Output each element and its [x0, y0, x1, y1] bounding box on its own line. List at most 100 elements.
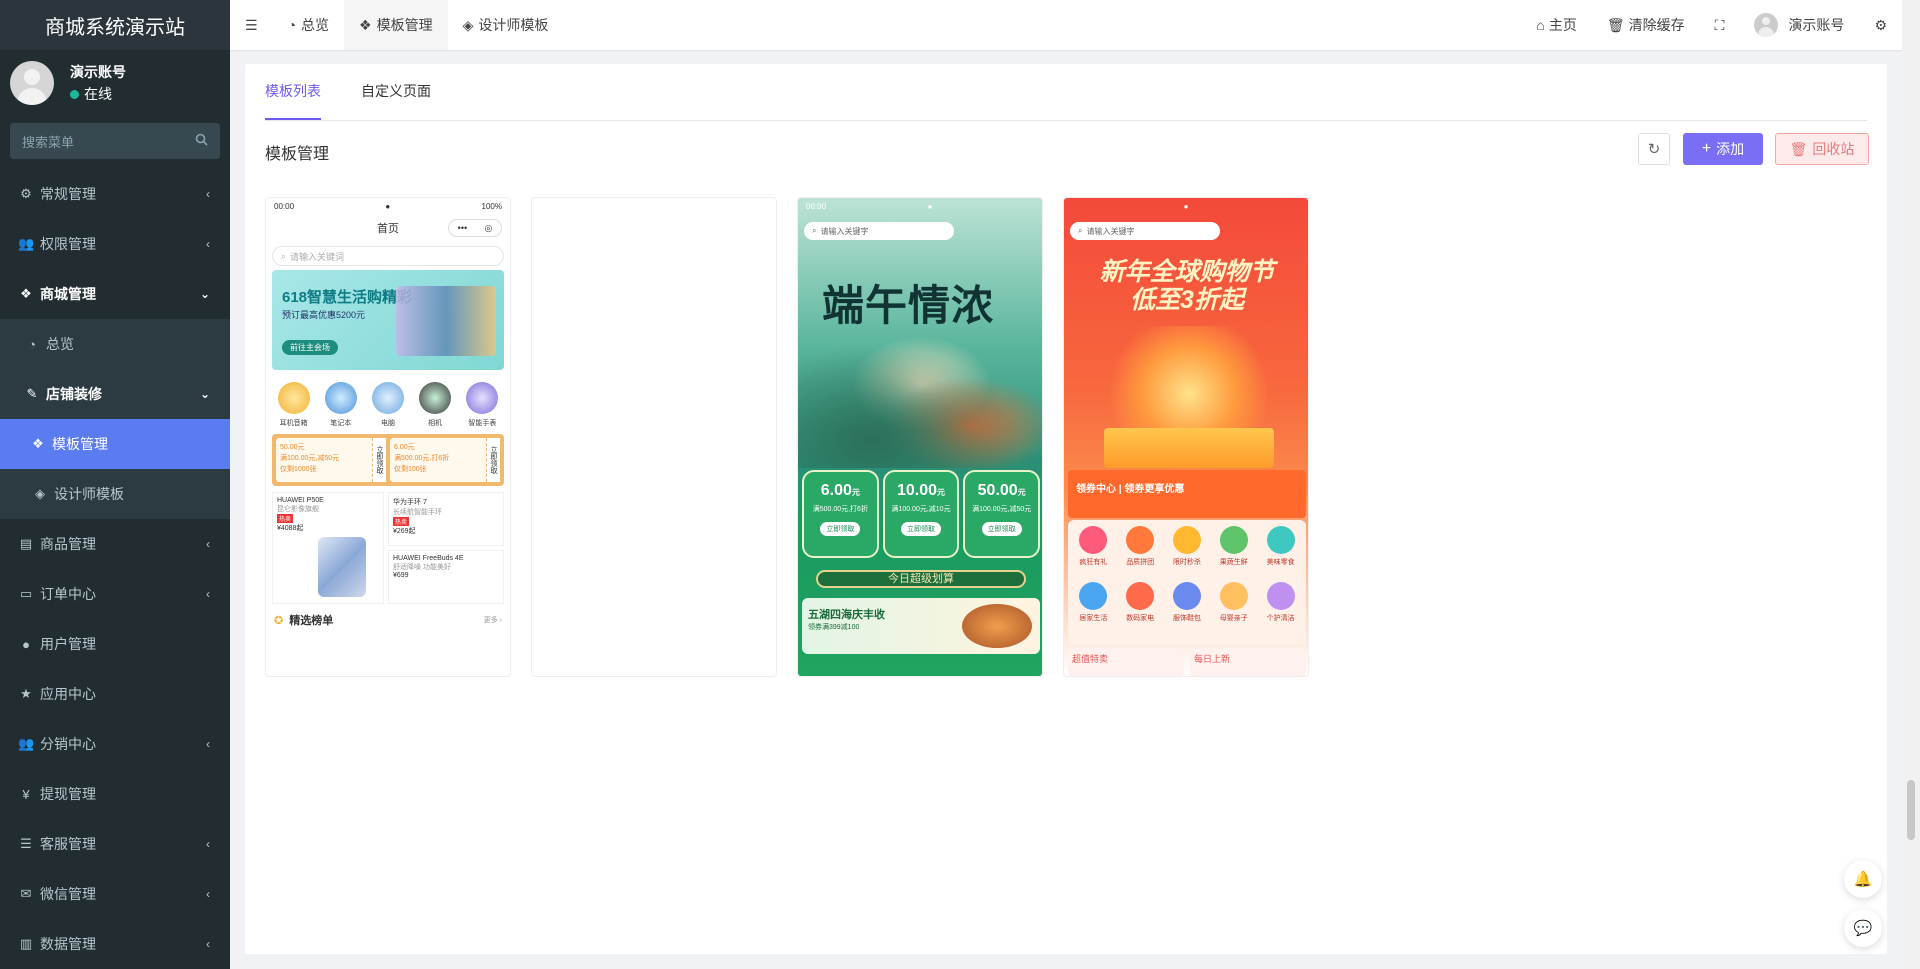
trash-icon: 🗑: [1606, 16, 1625, 33]
content-tabs: 模板列表 自定义页面: [265, 64, 1867, 121]
chevron-down-icon: ⌄: [199, 287, 210, 301]
topbar: ☰ ◔ 总览 ❖ 模板管理 ◈ 设计师模板 ⌂ 主页 🗑 清除缓存 ⛶ 演示账号 ⚙: [230, 0, 1902, 50]
chat-icon: 💬: [1853, 920, 1873, 937]
sidebar-item-data[interactable]: ▥ 数据管理 ‹: [0, 919, 230, 969]
chevron-left-icon: ‹: [206, 187, 210, 201]
plus-icon: +: [1701, 140, 1712, 157]
expand-icon: ⛶: [1714, 16, 1725, 33]
preview-grid: 疯狂有礼 品质拼团 限时秒杀 果蔬生鲜 美味零食 居家生活 数码家电 服饰鞋包 …: [1068, 520, 1306, 644]
cogs-icon: ⚙: [1874, 16, 1887, 33]
clear-cache-button[interactable]: 🗑 清除缓存: [1592, 0, 1700, 50]
avatar: [1754, 13, 1779, 37]
refresh-icon: ↻: [1647, 141, 1661, 158]
page-title: 模板管理: [265, 146, 330, 163]
preview-coupons: 6.00元 满500.00元,打6折 立即领取 10.00元 满100.00元,减10…: [802, 470, 1041, 558]
sidebar-item-general[interactable]: ⚙ 常规管理 ‹: [0, 169, 230, 219]
cogs-icon: ⚙: [20, 186, 32, 201]
user-icon: ●: [22, 636, 30, 652]
chevron-left-icon: ‹: [206, 937, 210, 951]
main-content: 模板列表 自定义页面 模板管理 ↻ + 添加 🗑 回收站 00:00 ● 100% 首页…: [245, 64, 1887, 954]
pie-chart-icon: ◔: [287, 17, 297, 33]
yen-icon: ¥: [22, 786, 30, 802]
pie-chart-icon: ◔: [28, 336, 36, 352]
archive-icon: ▤: [19, 536, 33, 551]
tab-template-list[interactable]: 模板列表: [265, 63, 321, 120]
bar-chart-icon: ▥: [19, 936, 33, 951]
sidebar-item-permission[interactable]: 👥 权限管理 ‹: [0, 219, 230, 269]
user-name: 演示账号: [70, 63, 126, 80]
template-card[interactable]: 00:00 ● ⌕ 请输入关键字 端午情浓 6.00元 满500.00元,打6折 立即…: [797, 197, 1043, 677]
tab-overview[interactable]: ◔ 总览: [273, 0, 344, 50]
star-icon: ★: [20, 686, 32, 701]
user-avatar: [10, 60, 54, 105]
preview-bar: 今日超级划算: [816, 570, 1026, 588]
tab-custom-page[interactable]: 自定义页面: [361, 63, 431, 120]
preview-bottom: 超值特卖 每日上新: [1068, 648, 1306, 676]
list-icon: ☰: [20, 836, 32, 851]
scrollbar[interactable]: [1902, 0, 1920, 969]
sidebar-toggle-button[interactable]: ☰: [230, 0, 273, 50]
sidebar-item-orders[interactable]: ▭ 订单中心 ‹: [0, 569, 230, 619]
file-icon: ▭: [19, 586, 33, 601]
home-icon: ⌂: [1536, 17, 1545, 33]
fullscreen-button[interactable]: ⛶: [1700, 0, 1740, 50]
home-link[interactable]: ⌂ 主页: [1521, 0, 1591, 50]
users-icon: 👥: [18, 236, 35, 251]
preview-rank: ✪ 精选榜单 更多 ›: [274, 614, 502, 628]
preview-products: HUAWEI P50E 昆仑影像旗舰 热卖 ¥4088起 华为手环 7 长续航智能手环热…: [272, 492, 504, 604]
tab-template-manage[interactable]: ❖ 模板管理: [344, 0, 448, 50]
search-icon[interactable]: [195, 133, 208, 149]
sidebar-item-service[interactable]: ☰ 客服管理 ‹: [0, 819, 230, 869]
notification-button[interactable]: 🔔: [1844, 860, 1882, 898]
sidebar-search-input[interactable]: 搜索菜单: [10, 123, 220, 159]
preview-header: 首页 ••• ◎: [266, 214, 510, 242]
sidebar-item-template-manage[interactable]: ❖ 模板管理: [0, 419, 230, 469]
preview-banner: 618智慧生活购精彩 预订最高优惠5200元 前往主会场: [272, 270, 504, 370]
sidebar-item-users[interactable]: ● 用户管理: [0, 619, 230, 669]
preview-search: ⌕ 请输入关键词: [272, 246, 504, 266]
preview-ribbon: 领券中心 | 领券更享优惠: [1068, 470, 1306, 518]
cubes-icon: ❖: [359, 16, 372, 33]
add-button[interactable]: + 添加: [1683, 133, 1763, 165]
user-status: 在线: [70, 83, 126, 105]
wechat-icon: ✉: [20, 886, 32, 901]
chat-button[interactable]: 💬: [1844, 909, 1882, 947]
sidebar-item-goods[interactable]: ▤ 商品管理 ‹: [0, 519, 230, 569]
account-menu[interactable]: 演示账号: [1739, 0, 1859, 50]
users-icon: 👥: [18, 736, 35, 751]
sidebar-item-overview[interactable]: ◔ 总览: [0, 319, 230, 369]
sidebar-item-mall[interactable]: ❖ 商城管理 ⌄: [0, 269, 230, 319]
sidebar-item-distribution[interactable]: 👥 分销中心 ‹: [0, 719, 230, 769]
preview-categories: 耳机音箱 笔记本 电脑 相机 智能手表: [266, 374, 510, 432]
refresh-button[interactable]: ↻: [1638, 133, 1670, 165]
brush-icon: ✎: [26, 386, 38, 401]
template-card-blank[interactable]: [531, 197, 777, 677]
preview-coupons: 50.00元 满100.00元,减50元 仅剩1000张 立即领取 6.00元 满500…: [272, 434, 504, 486]
online-dot-icon: [70, 89, 79, 99]
status-bar: 00:00 ● 100%: [274, 201, 502, 211]
sidebar-item-designer-template[interactable]: ◈ 设计师模板: [0, 469, 230, 519]
preview-search: ⌕ 请输入关键字: [804, 222, 954, 240]
sidebar: 商城系统演示站 演示账号 在线 搜索菜单 ⚙ 常规管理 ‹ 👥 权限管理 ‹ ❖ 商城管理…: [0, 0, 230, 969]
menu-icon: ☰: [245, 16, 258, 33]
cube-icon: ◈: [35, 486, 45, 501]
capsule-icon: ••• ◎: [448, 219, 502, 237]
chevron-left-icon: ‹: [206, 537, 210, 551]
chevron-left-icon: ‹: [206, 887, 210, 901]
template-card[interactable]: 00:00 ● 100% 首页 ••• ◎ ⌕ 请输入关键词 618智慧生活购精彩 预订…: [265, 197, 511, 677]
settings-button[interactable]: ⚙: [1859, 0, 1902, 50]
sidebar-item-withdraw[interactable]: ¥ 提现管理: [0, 769, 230, 819]
user-panel: 演示账号 在线: [0, 50, 230, 115]
sidebar-item-decoration[interactable]: ✎ 店铺装修 ⌄: [0, 369, 230, 419]
preview-title: 新年全球购物节 低至3折起: [1099, 258, 1275, 314]
sidebar-item-apps[interactable]: ★ 应用中心: [0, 669, 230, 719]
preview-promo: 五湖四海庆丰收 领券满399减100: [802, 598, 1040, 654]
recycle-bin-button[interactable]: 🗑 回收站: [1775, 133, 1869, 165]
sidebar-item-wechat[interactable]: ✉ 微信管理 ‹: [0, 869, 230, 919]
tab-designer-template[interactable]: ◈ 设计师模板: [448, 0, 564, 50]
scrollbar-thumb[interactable]: [1907, 780, 1915, 840]
chevron-left-icon: ‹: [206, 737, 210, 751]
template-card[interactable]: ● ⌕ 请输入关键字 新年全球购物节 低至3折起 领券中心 | 领券更享优惠 疯狂…: [1063, 197, 1309, 677]
chevron-left-icon: ‹: [206, 837, 210, 851]
app-title[interactable]: 商城系统演示站: [0, 0, 230, 50]
